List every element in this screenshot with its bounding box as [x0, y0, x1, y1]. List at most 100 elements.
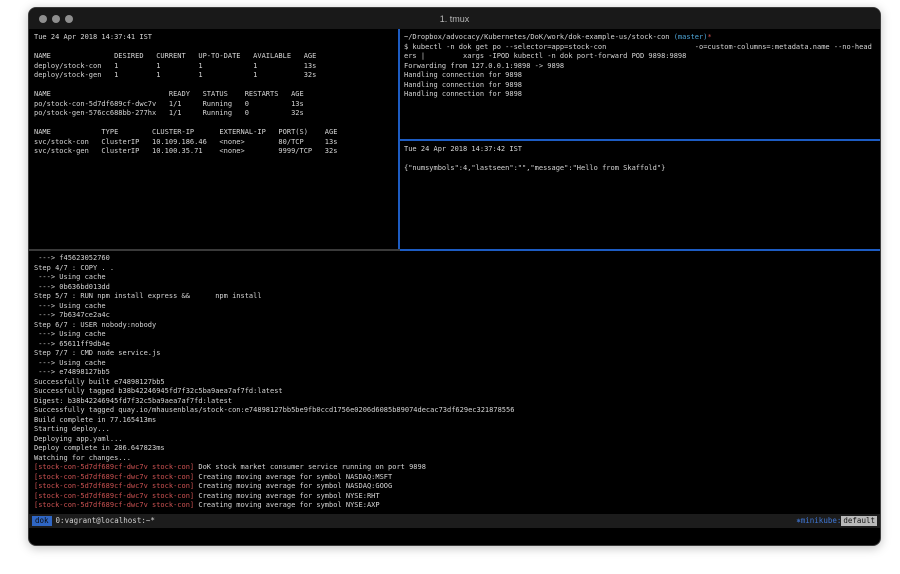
terminal-text-segment: $ kubectl -n dok get po --selector=app=s… — [404, 43, 872, 51]
terminal-text-segment: * — [707, 33, 711, 41]
terminal-line — [34, 43, 398, 53]
window-title: 1. tmux — [29, 14, 880, 24]
terminal-line: Successfully tagged b38b42246945fd7f32c5… — [34, 387, 880, 397]
window-titlebar: 1. tmux — [29, 8, 880, 29]
terminal-line: Successfully tagged quay.io/mhausenblas/… — [34, 406, 880, 416]
terminal-text-segment: [stock-con-5d7df689cf-dwc7v stock-con] — [34, 463, 194, 471]
terminal-line: Step 6/7 : USER nobody:nobody — [34, 321, 880, 331]
terminal-text-segment: Creating moving average for symbol NYSE:… — [194, 492, 379, 500]
pane-border-bottom-left-segment[interactable] — [29, 249, 400, 251]
terminal-text-segment: (master) — [674, 33, 708, 41]
terminal-line: ---> 0b636bd013dd — [34, 283, 880, 293]
terminal-line: deploy/stock-gen 1 1 1 1 32s — [34, 71, 398, 81]
terminal-line: [stock-con-5d7df689cf-dwc7v stock-con] C… — [34, 492, 880, 502]
terminal-text-segment: {"numsymbols":4,"lastseen":"","message":… — [404, 164, 665, 172]
pane-skaffold-build-log[interactable]: ---> f45623052760Step 4/7 : COPY . . ---… — [29, 251, 880, 514]
terminal-text-segment: Tue 24 Apr 2018 14:37:41 IST — [34, 33, 152, 41]
terminal-text-segment: ---> 7b6347ce2a4c — [34, 311, 110, 319]
terminal-text-segment: DoK stock market consumer service runnin… — [194, 463, 426, 471]
terminal-line: ers | xargs -IPOD kubectl -n dok port-fo… — [404, 52, 880, 62]
terminal-text-segment: svc/stock-con ClusterIP 10.109.186.46 <n… — [34, 138, 337, 146]
pane-border-horizontal-main — [29, 249, 880, 251]
terminal-text-segment: svc/stock-gen ClusterIP 10.100.35.71 <no… — [34, 147, 337, 155]
terminal-line: Handling connection for 9898 — [404, 71, 880, 81]
terminal-text-segment: [stock-con-5d7df689cf-dwc7v stock-con] — [34, 492, 194, 500]
terminal-line: ---> f45623052760 — [34, 254, 880, 264]
terminal-line: {"numsymbols":4,"lastseen":"","message":… — [404, 164, 880, 174]
tmux-terminal: Tue 24 Apr 2018 14:37:41 IST NAME DESIRED… — [29, 29, 880, 546]
terminal-line: Forwarding from 127.0.0.1:9898 -> 9898 — [404, 62, 880, 72]
terminal-text-segment: ---> e74898127bb5 — [34, 368, 110, 376]
kube-context-label: minikube — [801, 516, 837, 526]
tmux-window-name[interactable]: 0:vagrant@localhost:~* — [56, 516, 155, 526]
terminal-text-segment: Creating moving average for symbol NYSE:… — [194, 501, 379, 509]
terminal-text-segment: Handling connection for 9898 — [404, 81, 522, 89]
terminal-text-segment: [stock-con-5d7df689cf-dwc7v stock-con] — [34, 473, 194, 481]
terminal-text-segment: Step 7/7 : CMD node service.js — [34, 349, 160, 357]
terminal-text-segment: [stock-con-5d7df689cf-dwc7v stock-con] — [34, 482, 194, 490]
terminal-text-segment: Digest: b38b42246945fd7f32c5ba9aea7af7fd… — [34, 397, 232, 405]
terminal-text-segment: Watching for changes... — [34, 454, 131, 462]
terminal-text-segment: Step 6/7 : USER nobody:nobody — [34, 321, 156, 329]
terminal-line: [stock-con-5d7df689cf-dwc7v stock-con] C… — [34, 473, 880, 483]
terminal-line: Deploy complete in 286.647823ms — [34, 444, 880, 454]
terminal-text-segment: po/stock-con-5d7df689cf-dwc7v 1/1 Runnin… — [34, 100, 304, 108]
terminal-line: ~/Dropbox/advocacy/Kubernetes/DoK/work/d… — [404, 33, 880, 43]
terminal-text-segment: Tue 24 Apr 2018 14:37:42 IST — [404, 145, 522, 153]
terminal-text-segment: deploy/stock-gen 1 1 1 1 32s — [34, 71, 316, 79]
terminal-line: Handling connection for 9898 — [404, 81, 880, 91]
terminal-text-segment: Deploying app.yaml... — [34, 435, 123, 443]
terminal-window: 1. tmux Tue 24 Apr 2018 14:37:41 IST NAME… — [28, 7, 881, 546]
terminal-text-segment: deploy/stock-con 1 1 1 1 13s — [34, 62, 316, 70]
terminal-text-segment: Successfully built e74898127bb5 — [34, 378, 165, 386]
pane-border-bottom-right-segment[interactable] — [400, 249, 880, 251]
terminal-line: $ kubectl -n dok get po --selector=app=s… — [404, 43, 880, 53]
terminal-text-segment: Forwarding from 127.0.0.1:9898 -> 9898 — [404, 62, 564, 70]
terminal-line: svc/stock-con ClusterIP 10.109.186.46 <n… — [34, 138, 398, 148]
terminal-line: Digest: b38b42246945fd7f32c5ba9aea7af7fd… — [34, 397, 880, 407]
terminal-text-segment: ---> Using cache — [34, 273, 106, 281]
terminal-text-segment: Step 4/7 : COPY . . — [34, 264, 114, 272]
terminal-text-segment: [stock-con-5d7df689cf-dwc7v stock-con] — [34, 501, 194, 509]
terminal-line: Starting deploy... — [34, 425, 880, 435]
terminal-line: [stock-con-5d7df689cf-dwc7v stock-con] C… — [34, 482, 880, 492]
terminal-text-segment: Successfully tagged quay.io/mhausenblas/… — [34, 406, 514, 414]
tmux-status-bar: dok 0:vagrant@localhost:~* ⎈ minikube : … — [29, 514, 880, 528]
tmux-session-name[interactable]: dok — [32, 516, 52, 526]
terminal-line: Tue 24 Apr 2018 14:37:41 IST — [34, 33, 398, 43]
terminal-text-segment: NAME DESIRED CURRENT UP-TO-DATE AVAILABL… — [34, 52, 316, 60]
terminal-line — [34, 81, 398, 91]
terminal-text-segment: ---> 0b636bd013dd — [34, 283, 110, 291]
terminal-line: [stock-con-5d7df689cf-dwc7v stock-con] D… — [34, 463, 880, 473]
terminal-line: Watching for changes... — [34, 454, 880, 464]
terminal-line — [404, 155, 880, 165]
terminal-text-segment: NAME READY STATUS RESTARTS AGE — [34, 90, 304, 98]
terminal-line: ---> Using cache — [34, 359, 880, 369]
terminal-line: Successfully built e74898127bb5 — [34, 378, 880, 388]
terminal-text-segment: ---> Using cache — [34, 359, 106, 367]
tmux-top-row: Tue 24 Apr 2018 14:37:41 IST NAME DESIRED… — [29, 29, 880, 249]
terminal-line — [34, 119, 398, 129]
pane-port-forward[interactable]: ~/Dropbox/advocacy/Kubernetes/DoK/work/d… — [400, 29, 880, 139]
terminal-line: po/stock-gen-576cc688bb-277hx 1/1 Runnin… — [34, 109, 398, 119]
terminal-text-segment: Successfully tagged b38b42246945fd7f32c5… — [34, 387, 283, 395]
terminal-text-segment: ---> 65611ff9db4e — [34, 340, 110, 348]
terminal-line: Step 4/7 : COPY . . — [34, 264, 880, 274]
terminal-line: po/stock-con-5d7df689cf-dwc7v 1/1 Runnin… — [34, 100, 398, 110]
terminal-line: ---> Using cache — [34, 302, 880, 312]
terminal-line: ---> Using cache — [34, 273, 880, 283]
terminal-line: deploy/stock-con 1 1 1 1 13s — [34, 62, 398, 72]
terminal-line: Step 7/7 : CMD node service.js — [34, 349, 880, 359]
terminal-text-segment: Handling connection for 9898 — [404, 71, 522, 79]
kube-namespace-badge: default — [841, 516, 877, 526]
terminal-line: Tue 24 Apr 2018 14:37:42 IST — [404, 145, 880, 155]
pane-service-response[interactable]: Tue 24 Apr 2018 14:37:42 IST {"numsymbols… — [400, 141, 880, 249]
pane-kubectl-watch[interactable]: Tue 24 Apr 2018 14:37:41 IST NAME DESIRED… — [29, 29, 398, 249]
terminal-text-segment: ---> Using cache — [34, 302, 106, 310]
tmux-right-column: ~/Dropbox/advocacy/Kubernetes/DoK/work/d… — [400, 29, 880, 249]
terminal-text-segment: Creating moving average for symbol NASDA… — [194, 473, 392, 481]
terminal-text-segment: Handling connection for 9898 — [404, 90, 522, 98]
terminal-line: ---> Using cache — [34, 330, 880, 340]
terminal-text-segment: Starting deploy... — [34, 425, 110, 433]
terminal-text-segment: po/stock-gen-576cc688bb-277hx 1/1 Runnin… — [34, 109, 304, 117]
